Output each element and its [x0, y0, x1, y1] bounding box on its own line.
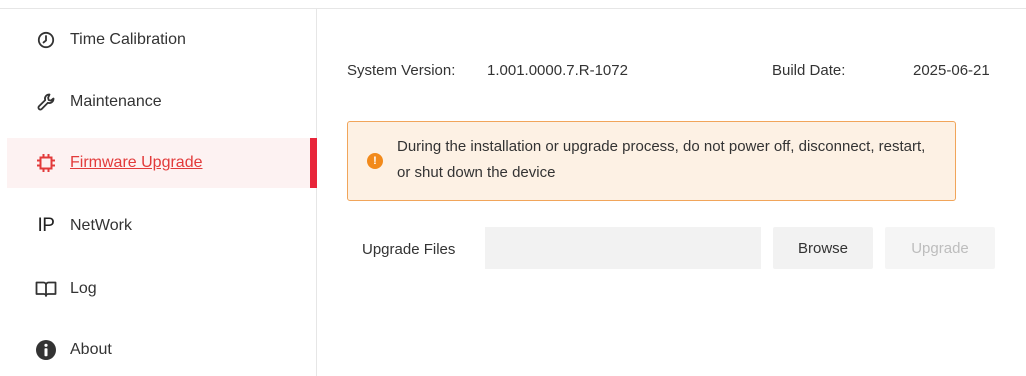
upgrade-file-input[interactable]	[485, 227, 761, 269]
info-icon	[35, 339, 57, 361]
warning-alert: ! During the installation or upgrade pro…	[347, 121, 956, 201]
ip-icon: IP	[37, 215, 55, 236]
sidebar-item-label: Maintenance	[70, 93, 162, 110]
sidebar-item-time-calibration[interactable]: Time Calibration	[7, 15, 316, 65]
sidebar-item-log[interactable]: Log	[7, 264, 316, 314]
sidebar-item-label: NetWork	[70, 217, 132, 234]
sidebar-item-label: About	[70, 341, 112, 358]
build-date-label: Build Date:	[772, 62, 846, 79]
sidebar-item-label: Time Calibration	[70, 31, 186, 48]
sidebar-item-maintenance[interactable]: Maintenance	[7, 77, 316, 127]
book-icon	[35, 278, 57, 300]
system-version-label: System Version:	[347, 62, 456, 79]
sidebar-item-firmware-upgrade[interactable]: Firmware Upgrade	[7, 138, 317, 188]
system-version-value: 1.001.0000.7.R-1072	[487, 62, 628, 79]
sidebar: Time Calibration Maintenance Firmware Up…	[0, 9, 317, 376]
chip-icon	[35, 152, 57, 174]
sidebar-item-about[interactable]: About	[7, 325, 316, 375]
main-content: System Version: 1.001.0000.7.R-1072 Buil…	[317, 9, 1026, 376]
clock-icon	[35, 29, 57, 51]
upgrade-files-label: Upgrade Files	[362, 241, 456, 258]
active-indicator	[310, 138, 317, 188]
sidebar-item-label: Log	[70, 280, 97, 297]
warning-message: During the installation or upgrade proce…	[397, 138, 926, 181]
warning-icon: !	[367, 153, 383, 169]
sidebar-item-network[interactable]: IP NetWork	[7, 201, 316, 251]
browse-button[interactable]: Browse	[773, 227, 873, 269]
upgrade-button[interactable]: Upgrade	[885, 227, 995, 269]
wrench-icon	[35, 91, 57, 113]
build-date-value: 2025-06-21	[913, 62, 990, 79]
sidebar-item-label: Firmware Upgrade	[70, 154, 203, 171]
